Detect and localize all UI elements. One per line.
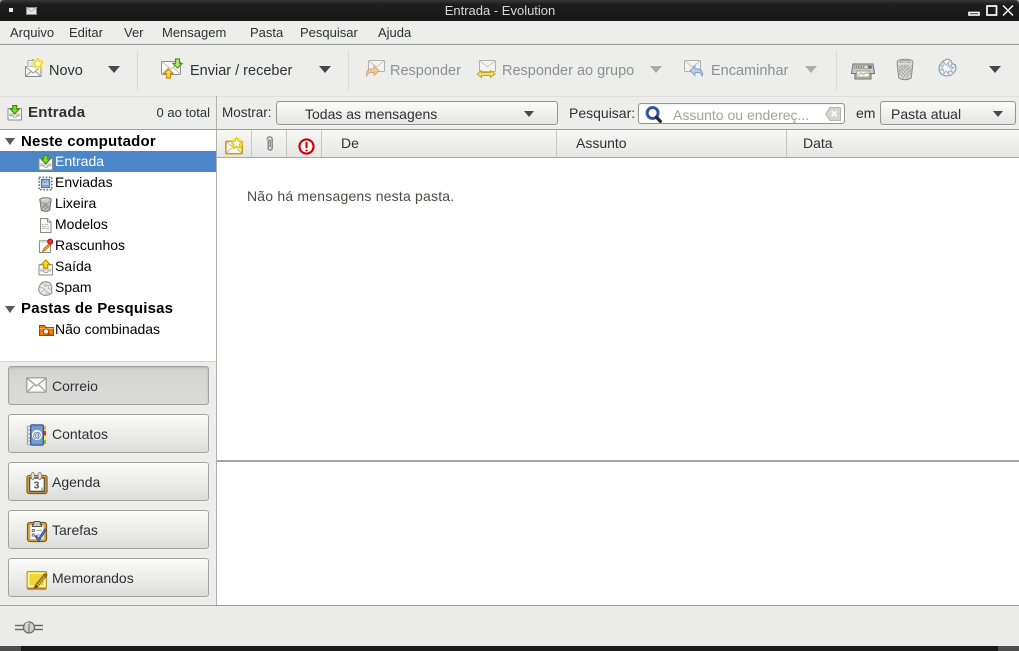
- svg-text:@: @: [33, 430, 42, 440]
- svg-text:3: 3: [34, 481, 40, 492]
